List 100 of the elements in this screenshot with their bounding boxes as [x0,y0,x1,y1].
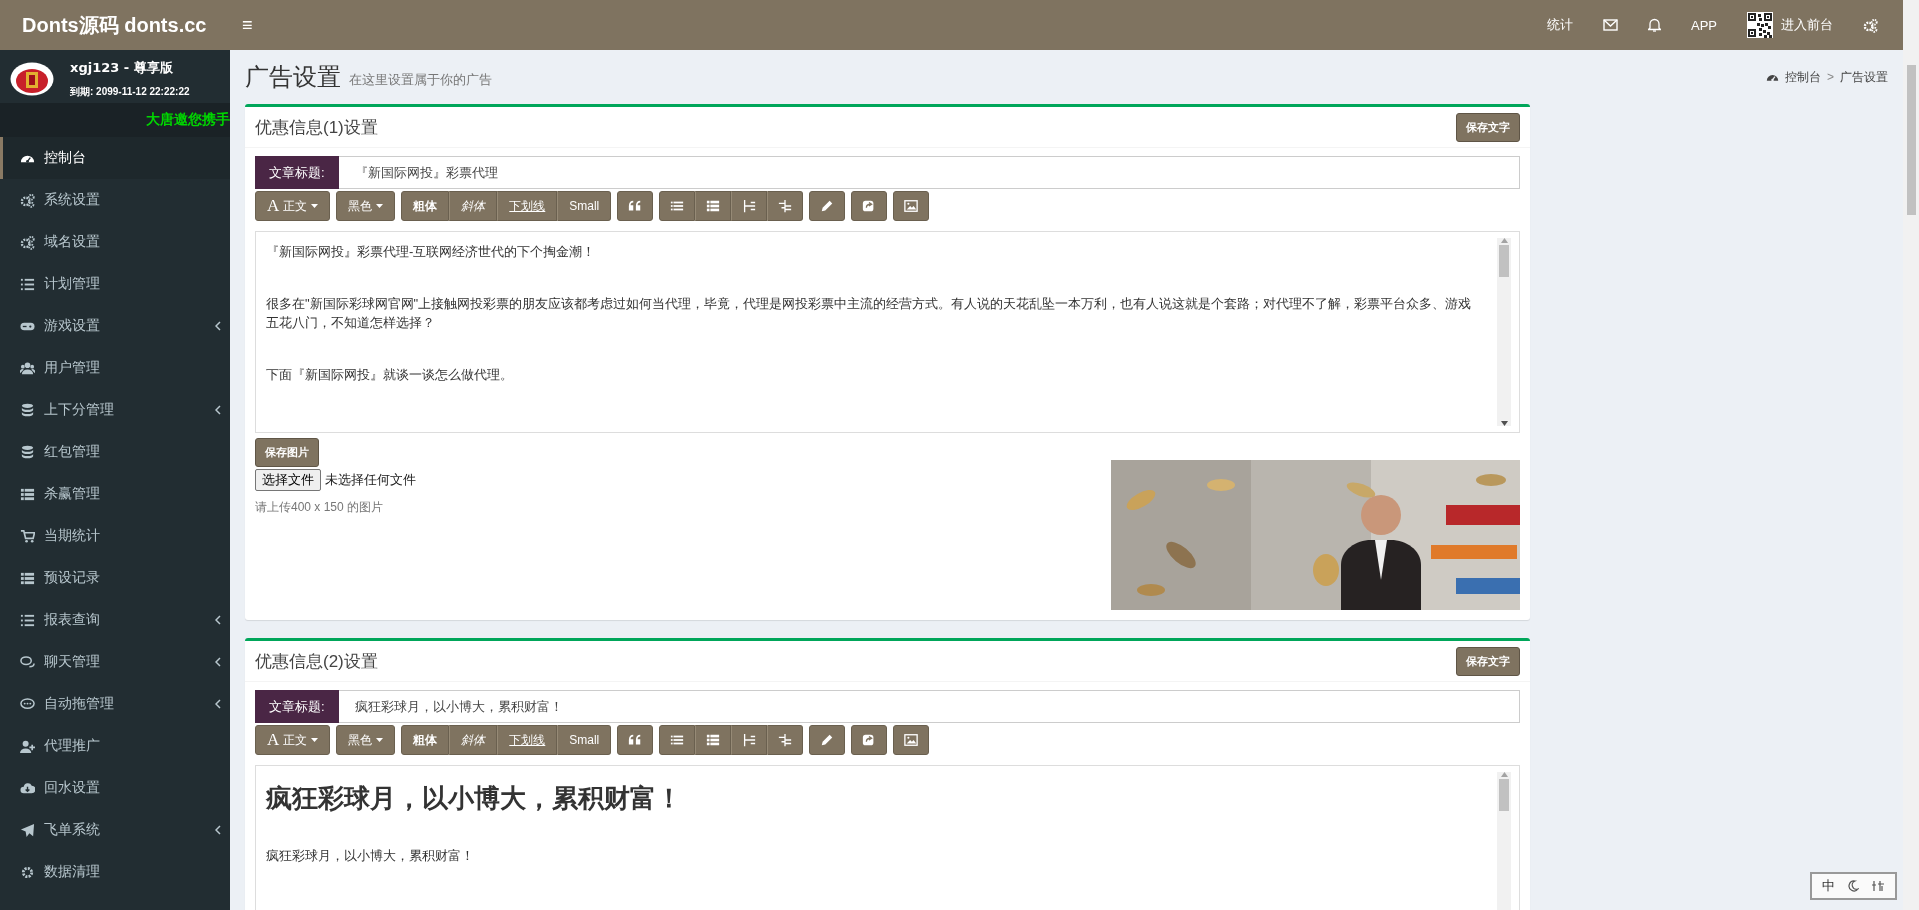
gears-icon[interactable] [1863,17,1878,33]
toolbar-button[interactable]: 下划线 [497,191,558,221]
choose-file-button[interactable]: 选择文件 [255,469,321,491]
sidebar-item[interactable]: 数据清理 [0,851,230,893]
toolbar-button[interactable] [893,191,930,221]
chevron-left-icon [215,321,221,331]
breadcrumb-link[interactable]: 广告设置 [1840,68,1888,86]
sidebar-item[interactable]: 域名设置 [0,221,230,263]
nav-link[interactable]: APP [1676,17,1732,33]
marquee-text: 大唐邀您携手 [146,111,230,129]
title-input[interactable]: 『新国际网投』彩票代理 [338,156,1520,189]
scrollbar-thumb[interactable] [1499,245,1509,277]
toolbar-button[interactable]: 下划线 [497,725,558,755]
file-status: 未选择任何文件 [325,471,416,489]
toolbar-button[interactable] [767,191,804,221]
editor-paragraph: 『新国际网投』彩票代理-互联网经济世代的下个掏金潮！ [266,243,597,261]
rich-text-editor[interactable]: 『新国际网投』彩票代理-互联网经济世代的下个掏金潮！ 很多在"新国际彩球网官网"上接触网投彩票的朋友应该都考虑过如何当代理，毕竟，代理是网投彩票中主流的经营方式。有人说的天花乱坠一本万利，也有人说这就是个套路；对代理不了解，彩票平台众多、游戏五花八门，不知道怎样选择？ 下面『新国际网投』就谈一谈怎么做代理。 [255,231,1520,433]
toolbar-button[interactable] [695,725,732,755]
cloud-download-icon [20,780,35,796]
numbered-list-icon [706,733,721,747]
toolbar-button[interactable] [659,191,696,221]
sidebar-item[interactable]: 系统设置 [0,179,230,221]
indent-icon [778,733,793,747]
pencil-icon [820,733,835,747]
toolbar-button[interactable] [767,725,804,755]
toolbar-button[interactable] [617,191,654,221]
toolbar-button[interactable] [695,191,732,221]
users-icon [20,360,35,376]
toolbar-button[interactable] [617,725,654,755]
field-label: 文章标题: [255,690,339,723]
avatar-icon [10,62,54,96]
page-subtitle: 在这里设置属于你的广告 [349,71,492,89]
toolbar-button[interactable]: Small [557,191,612,221]
breadcrumb-separator: > [1827,70,1834,84]
nav-link[interactable]: 统计 [1532,16,1588,34]
nav-link[interactable]: 进入前台 [1732,12,1848,38]
sidebar-item[interactable]: 当期统计 [0,515,230,557]
toolbar-button[interactable]: A 正文 [255,725,331,755]
sidebar-item[interactable]: 杀赢管理 [0,473,230,515]
sidebar-item[interactable]: 代理推广 [0,725,230,767]
sidebar-item[interactable]: 回水设置 [0,767,230,809]
chevron-left-icon [215,405,221,415]
caret-down-icon [376,738,384,742]
toolbar-button[interactable] [851,191,888,221]
sidebar-item[interactable]: 计划管理 [0,263,230,305]
sidebar-item[interactable]: 预设记录 [0,557,230,599]
toolbar-button[interactable] [659,725,696,755]
numbered-list-icon [706,199,721,213]
sidebar-item[interactable]: 用户管理 [0,347,230,389]
save-image-button[interactable]: 保存图片 [255,438,319,467]
list-icon [20,486,35,502]
toolbar-button[interactable] [731,725,768,755]
rich-text-editor[interactable]: 疯狂彩球月，以小博大，累积财富！ 疯狂彩球月，以小博大，累积财富！ [255,765,1520,910]
sidebar-item[interactable]: 红包管理 [0,431,230,473]
scroll-down-arrow-icon [1500,421,1508,426]
database-icon [20,402,35,418]
sidebar-item[interactable]: 游戏设置 [0,305,230,347]
save-text-button[interactable]: 保存文字 [1456,646,1520,676]
paper-plane-icon [20,822,35,838]
image-icon [904,199,919,213]
chevron-left-icon [215,825,221,835]
mail-icon[interactable] [1603,19,1618,31]
input-method-bar[interactable]: 中 [1810,872,1897,900]
breadcrumb-link[interactable]: 控制台 [1785,68,1821,86]
menu-icon[interactable]: ≡ [230,14,265,36]
brand-logo: Donts源码 donts.cc [21,12,208,38]
editor-paragraph: 很多在"新国际彩球网官网"上接触网投彩票的朋友应该都考虑过如何当代理，毕竟，代理是网投彩票中主流的经营方式。有人说的天花乱坠一本万利，也有人说这就是个套路；对代理不了解，彩票平台众多、游戏五花八门，不知道怎样选择？ [266,294,1473,332]
toolbar-button[interactable]: 黑色 [336,725,396,755]
title-input[interactable]: 疯狂彩球月，以小博大，累积财富！ [338,690,1520,723]
bell-icon[interactable] [1648,18,1661,32]
scrollbar[interactable] [1497,772,1511,910]
sidebar-item[interactable]: 自动拖管理 [0,683,230,725]
toolbar-button[interactable]: 粗体 [401,725,450,755]
save-text-button[interactable]: 保存文字 [1456,112,1520,142]
toolbar-button[interactable]: Small [557,725,612,755]
scrollbar[interactable] [1497,238,1511,426]
toolbar-button[interactable] [731,191,768,221]
caret-down-icon [311,204,319,208]
sidebar-item[interactable]: 控制台 [0,137,230,179]
toolbar-button[interactable]: 粗体 [401,191,450,221]
panel-title: 优惠信息(2)设置 [255,650,378,673]
cart-icon [20,528,35,544]
toolbar-button[interactable] [809,725,846,755]
panel-title: 优惠信息(1)设置 [255,116,378,139]
scrollbar-thumb[interactable] [1499,779,1509,811]
toolbar-button[interactable] [851,725,888,755]
toolbar-button[interactable]: 黑色 [336,191,396,221]
toolbar-button[interactable] [893,725,930,755]
toolbar-button[interactable] [809,191,846,221]
toolbar-button[interactable]: 斜体 [449,725,498,755]
sidebar-item[interactable]: 飞单系统 [0,809,230,851]
moon-icon [1847,880,1859,892]
sidebar-item[interactable]: 报表查询 [0,599,230,641]
image-icon [904,733,919,747]
field-label: 文章标题: [255,156,339,189]
toolbar-button[interactable]: A 正文 [255,191,331,221]
page-title: 广告设置 [245,62,341,92]
sidebar-item[interactable]: 上下分管理 [0,389,230,431]
sidebar-item[interactable]: 聊天管理 [0,641,230,683]
toolbar-button[interactable]: 斜体 [449,191,498,221]
